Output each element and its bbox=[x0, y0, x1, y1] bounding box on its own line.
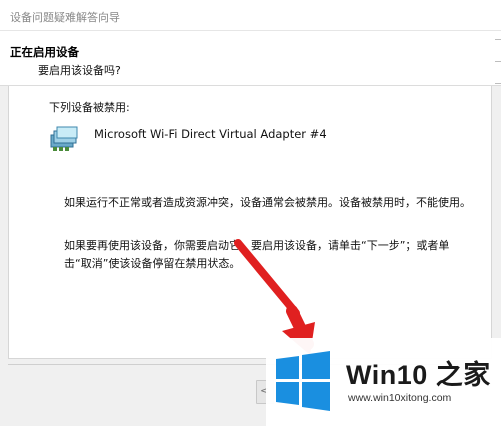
title-bar: 设备问题疑难解答向导 bbox=[0, 0, 501, 31]
watermark-url: www.win10xitong.com bbox=[348, 392, 452, 404]
window-edge bbox=[493, 31, 501, 111]
watermark-brand: Win10 之家 bbox=[346, 360, 491, 390]
device-name: Microsoft Wi-Fi Direct Virtual Adapter #… bbox=[94, 127, 327, 141]
disabled-devices-label: 下列设备被禁用: bbox=[49, 101, 130, 114]
wizard-header: 正在启用设备 要启用该设备吗? bbox=[0, 31, 501, 86]
window-title: 设备问题疑难解答向导 bbox=[10, 11, 120, 24]
watermark: Win10 之家 www.win10xitong.com bbox=[266, 338, 501, 426]
header-subtitle: 要启用该设备吗? bbox=[38, 64, 121, 77]
header-title: 正在启用设备 bbox=[10, 45, 79, 59]
wizard-content-panel: 下列设备被禁用: Microsoft Wi-Fi Direct Virtual … bbox=[8, 86, 492, 359]
network-adapter-icon bbox=[49, 126, 79, 152]
enable-instructions-text: 如果要再使用该设备，你需要启动它。要启用该设备，请单击“下一步”；或者单击“取消… bbox=[64, 239, 450, 270]
windows-logo-icon bbox=[274, 350, 332, 412]
disable-explanation-text: 如果运行不正常或者造成资源冲突，设备通常会被禁用。设备被禁用时，不能使用。 bbox=[64, 196, 471, 209]
